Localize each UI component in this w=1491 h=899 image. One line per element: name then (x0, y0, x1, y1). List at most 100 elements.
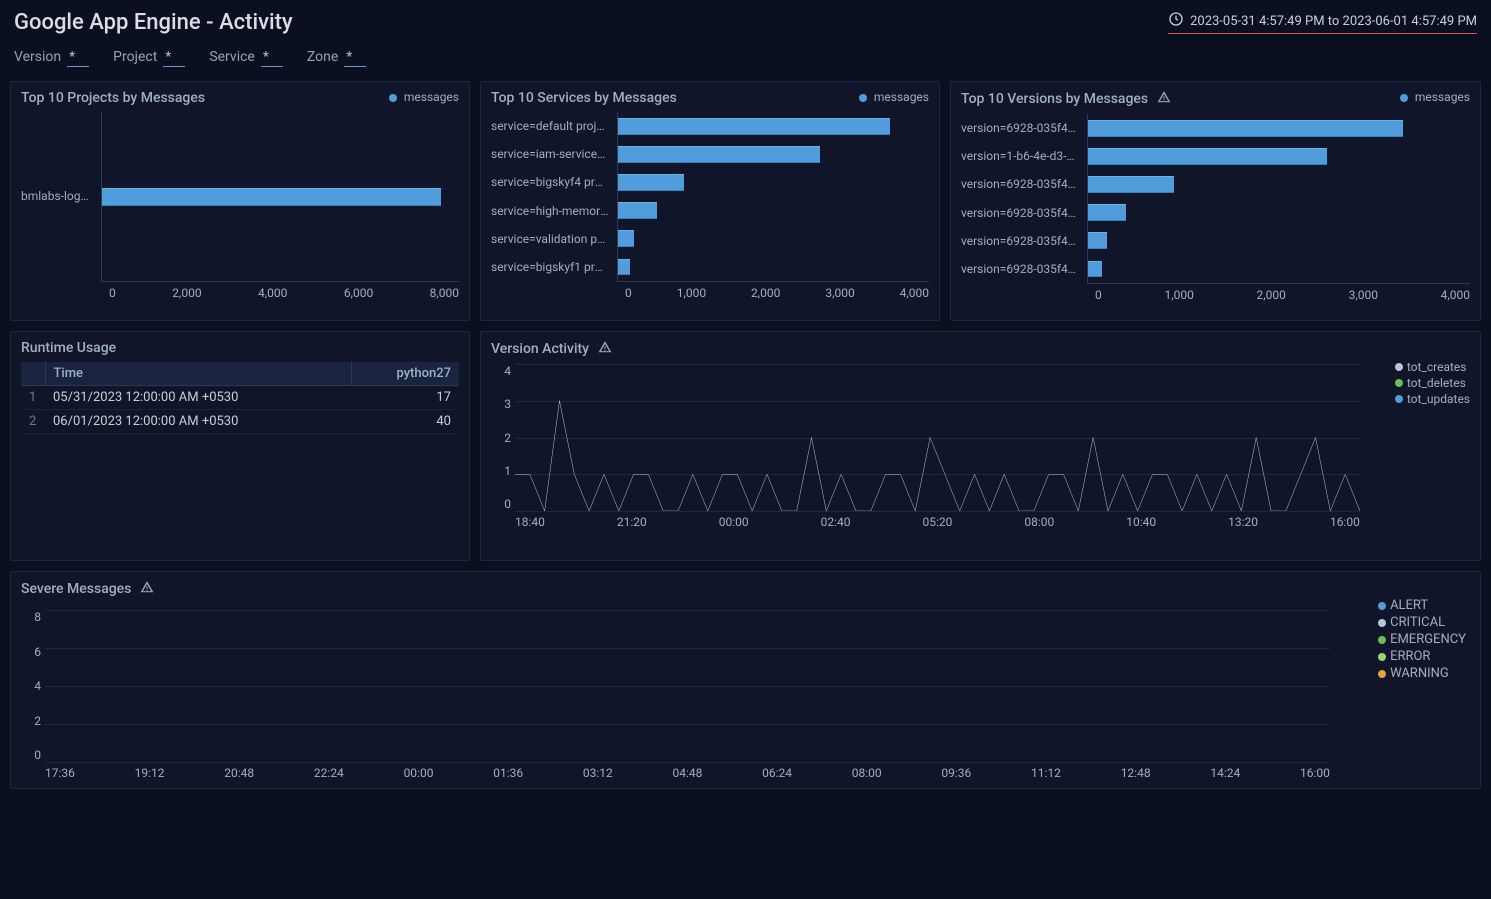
panel-top-projects: Top 10 Projects by Messages messages bml… (10, 81, 470, 321)
filter-label: Project (113, 49, 157, 65)
bar[interactable] (1088, 176, 1174, 193)
legend[interactable]: messages (859, 90, 929, 104)
table-header-time[interactable]: Time (45, 362, 351, 386)
filter-project[interactable]: Project * (113, 49, 185, 67)
panel-top-versions: Top 10 Versions by Messages messages ver… (950, 81, 1481, 321)
row-index: 1 (21, 386, 45, 410)
panel-title: Version Activity (491, 340, 1470, 358)
axis-tick: 12:48 (1121, 766, 1151, 780)
filter-zone[interactable]: Zone * (307, 49, 366, 67)
filter-value[interactable]: * (344, 49, 366, 67)
bar-label: version=6928-035f46b service=h...d-modul… (961, 207, 1079, 220)
bar[interactable] (1088, 204, 1126, 221)
legend[interactable]: tot_creates tot_deletes tot_updates (1395, 360, 1470, 408)
panel-title-text: Version Activity (491, 341, 589, 357)
axis-tick: 2,000 (1257, 288, 1286, 302)
warning-icon (1156, 90, 1172, 108)
axis-tick: 16:00 (1330, 515, 1360, 529)
axis-tick: 14:24 (1210, 766, 1240, 780)
bar[interactable] (618, 146, 820, 163)
table-header-idx[interactable] (21, 362, 45, 386)
axis-tick: 4,000 (258, 286, 287, 300)
filter-value[interactable]: * (163, 49, 185, 67)
filter-value[interactable]: * (67, 49, 89, 67)
legend-item[interactable]: ERROR (1378, 649, 1466, 664)
bar-label: service=bigskyf1 project=bmlabs-loggen (491, 261, 609, 274)
row-index: 2 (21, 410, 45, 434)
axis-tick: 2,000 (751, 286, 780, 300)
bar-label: version=1-b6-4e-d3-80edca6 ...services p… (961, 150, 1079, 163)
bar[interactable] (618, 202, 657, 219)
bar[interactable] (618, 118, 890, 135)
axis-tick: 02:40 (821, 515, 851, 529)
axis-tick: 00:00 (404, 766, 434, 780)
panel-title: Severe Messages (21, 580, 1470, 598)
bar-label: service=iam-services project=bmlabs-logg… (491, 148, 609, 161)
panel-title: Top 10 Versions by Messages (961, 90, 1470, 108)
panel-runtime-usage: Runtime Usage Time python27 1 05/31/2023… (10, 331, 470, 561)
legend[interactable]: messages (1400, 90, 1470, 104)
legend-item[interactable]: CRITICAL (1378, 615, 1466, 630)
bar[interactable] (618, 230, 634, 247)
filter-label: Service (209, 49, 255, 65)
bar[interactable] (618, 174, 684, 191)
axis-tick: 10:40 (1126, 515, 1156, 529)
legend-item[interactable]: tot_creates (1395, 360, 1470, 374)
filter-value[interactable]: * (261, 49, 283, 67)
axis-tick: 18:40 (515, 515, 545, 529)
bar-label: version=6928-035f46b service=bigskyf4 pr… (961, 178, 1079, 191)
warning-icon (139, 580, 155, 598)
time-range-picker[interactable]: 2023-05-31 4:57:49 PM to 2023-06-01 4:57… (1168, 11, 1477, 34)
axis-tick: 16:00 (1300, 766, 1330, 780)
legend-item[interactable]: EMERGENCY (1378, 632, 1466, 647)
bar[interactable] (1088, 120, 1403, 137)
table-header-python27[interactable]: python27 (351, 362, 459, 386)
runtime-table: Time python27 1 05/31/2023 12:00:00 AM +… (21, 362, 459, 434)
filter-service[interactable]: Service * (209, 49, 283, 67)
axis-tick: 6,000 (344, 286, 373, 300)
axis-tick: 03:12 (583, 766, 613, 780)
warning-icon (597, 340, 613, 358)
axis-tick: 08:00 (1024, 515, 1054, 529)
axis-tick: 8,000 (430, 286, 459, 300)
axis-tick: 19:12 (135, 766, 165, 780)
bar-label: version=6928-035f46b service=default pro… (961, 122, 1079, 135)
panel-top-services: Top 10 Services by Messages messages ser… (480, 81, 940, 321)
table-row[interactable]: 2 06/01/2023 12:00:00 AM +0530 40 (21, 410, 459, 434)
bar[interactable] (1088, 232, 1107, 249)
table-row[interactable]: 1 05/31/2023 12:00:00 AM +0530 17 (21, 386, 459, 410)
bar-label: service=high-memory-backend-module proje… (491, 205, 609, 218)
bar-label: service=validation project=bmlabs-loggen (491, 233, 609, 246)
axis-tick: 00:00 (719, 515, 749, 529)
legend[interactable]: ALERT CRITICAL EMERGENCY ERROR WARNING (1378, 598, 1466, 683)
bar-label: service=bigskyf4 project=bmlabs-loggen (491, 176, 609, 189)
axis-tick: 21:20 (617, 515, 647, 529)
bar[interactable] (1088, 261, 1102, 278)
legend-item[interactable]: tot_updates (1395, 392, 1470, 406)
legend-item[interactable]: tot_deletes (1395, 376, 1470, 390)
filter-version[interactable]: Version * (14, 49, 89, 67)
cell-value: 17 (351, 386, 459, 410)
legend[interactable]: messages (389, 90, 459, 104)
legend-label: messages (404, 90, 459, 104)
bar[interactable] (618, 259, 630, 276)
axis-tick: 4,000 (1441, 288, 1470, 302)
panel-version-activity: Version Activity tot_createstot_deletest… (480, 331, 1481, 561)
bar[interactable] (102, 188, 441, 206)
panel-title-text: Severe Messages (21, 581, 131, 597)
axis-tick: 01:36 (493, 766, 523, 780)
axis-tick: 22:24 (314, 766, 344, 780)
legend-item[interactable]: WARNING (1378, 666, 1466, 681)
axis-tick: 11:12 (1031, 766, 1061, 780)
bar-label: version=6928-035f46b service=bigskyf1 pr… (961, 263, 1079, 276)
bar-label: version=6928-035f46b service=v...lidatio… (961, 235, 1079, 248)
line-chart: 43210 18:4021:2000:0002:4005:2008:0010:4… (515, 364, 1360, 529)
panel-title-text: Top 10 Versions by Messages (961, 91, 1148, 107)
cell-time: 06/01/2023 12:00:00 AM +0530 (45, 410, 351, 434)
legend-item[interactable]: ALERT (1378, 598, 1466, 613)
filter-bar: Version *Project *Service *Zone * (0, 49, 1491, 81)
axis-tick: 3,000 (825, 286, 854, 300)
bar[interactable] (1088, 148, 1327, 165)
axis-tick: 13:20 (1228, 515, 1258, 529)
axis-tick: 05:20 (923, 515, 953, 529)
